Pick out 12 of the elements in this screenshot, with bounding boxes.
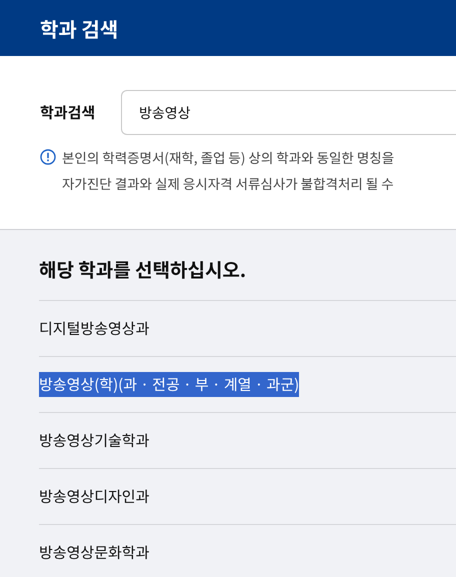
- page-title: 학과 검색: [40, 14, 118, 42]
- department-option[interactable]: 방송영상기술학과: [39, 428, 150, 453]
- search-field[interactable]: 방송영상: [121, 90, 456, 135]
- department-option[interactable]: 방송영상디자인과: [39, 484, 150, 509]
- notice-text: 본인의 학력증명서(재학, 졸업 등) 상의 학과와 동일한 명칭을: [62, 147, 394, 167]
- results-heading: 해당 학과를 선택하십시오.: [39, 256, 248, 283]
- department-option[interactable]: 방송영상문화학과: [39, 540, 150, 565]
- department-option[interactable]: 방송영상(학)(과 · 전공 · 부 · 계열 · 과군): [39, 372, 300, 397]
- department-option[interactable]: 디지털방송영상과: [39, 316, 150, 341]
- field-label: 학과검색: [40, 102, 96, 123]
- info-icon: [40, 149, 56, 165]
- notice-text: 자가진단 결과와 실제 응시자격 서류심사가 불합격처리 될 수: [62, 173, 394, 193]
